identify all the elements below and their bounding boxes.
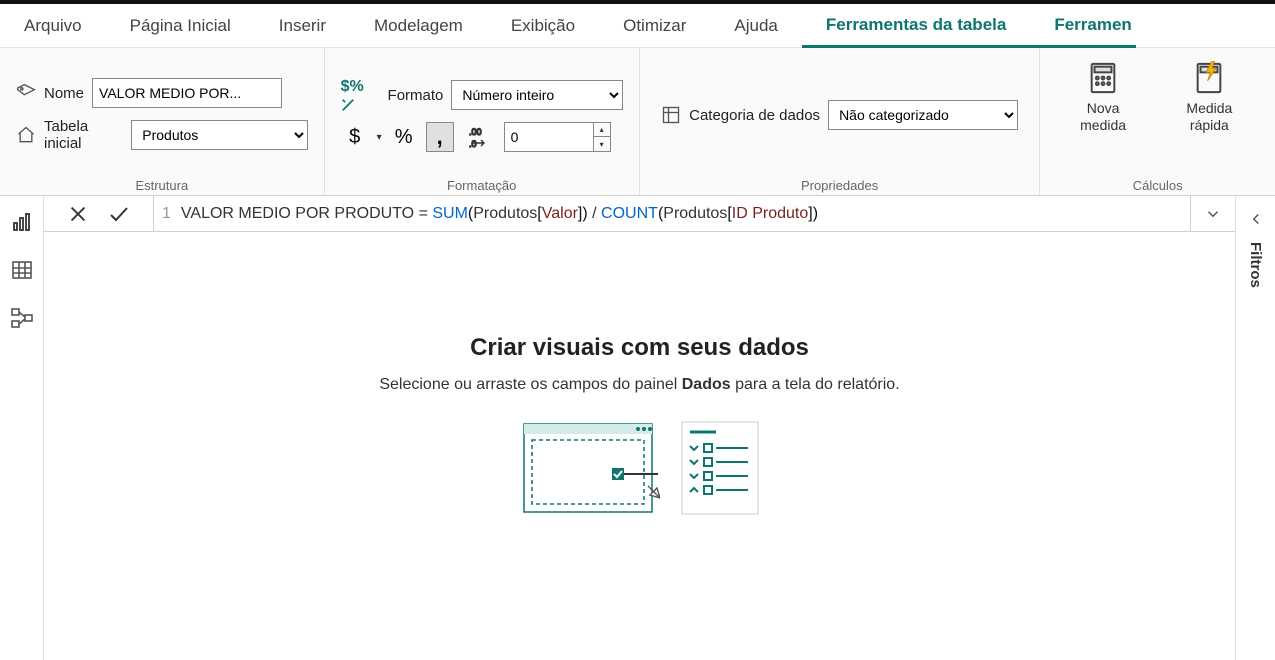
lightning-calculator-icon xyxy=(1191,60,1227,96)
group-label-calculations: Cálculos xyxy=(1056,174,1259,193)
name-label: Nome xyxy=(44,85,84,102)
cancel-formula-icon[interactable] xyxy=(67,203,89,225)
view-switcher-rail xyxy=(0,196,44,660)
home-table-label: Tabela inicial xyxy=(44,118,123,152)
name-tag-icon xyxy=(16,83,36,103)
category-label: Categoria de dados xyxy=(689,107,820,124)
tab-otimizar[interactable]: Otimizar xyxy=(599,4,710,47)
formula-bar: 1 VALOR MEDIO POR PRODUTO = SUM(Produtos… xyxy=(44,196,1235,232)
measure-name-input[interactable] xyxy=(92,78,282,108)
tab-ferramentas-tabela[interactable]: Ferramentas da tabela xyxy=(802,4,1030,48)
group-formatting: $% Formato Número inteiro $ ▾ % , .00.0 xyxy=(325,48,640,195)
report-view-icon[interactable] xyxy=(10,210,34,234)
currency-button[interactable]: $ xyxy=(341,122,369,152)
home-icon xyxy=(16,125,36,145)
decimal-places-input[interactable] xyxy=(504,122,594,152)
group-properties: Categoria de dados Não categorizado Prop… xyxy=(640,48,1041,195)
quick-measure-label: Medida rápida xyxy=(1168,100,1251,134)
group-structure: Nome Tabela inicial Produtos Estrutura xyxy=(0,48,325,195)
tab-arquivo[interactable]: Arquivo xyxy=(0,4,106,47)
filters-panel-collapsed[interactable]: Filtros xyxy=(1235,196,1275,660)
group-calculations: Nova medida Medida rápida Cálculos xyxy=(1040,48,1275,195)
new-measure-button[interactable]: Nova medida xyxy=(1056,56,1149,138)
currency-dropdown-icon[interactable]: ▾ xyxy=(377,132,382,143)
commit-formula-icon[interactable] xyxy=(107,202,131,226)
home-table-select[interactable]: Produtos xyxy=(131,120,307,150)
format-label: Formato xyxy=(388,87,444,104)
model-view-icon[interactable] xyxy=(10,306,34,330)
filters-panel-label: Filtros xyxy=(1247,242,1264,288)
decimal-up[interactable]: ▴ xyxy=(594,123,610,137)
tab-ajuda[interactable]: Ajuda xyxy=(710,4,801,47)
workspace: 1 VALOR MEDIO POR PRODUTO = SUM(Produtos… xyxy=(0,196,1275,660)
ribbon-tabs: Arquivo Página Inicial Inserir Modelagem… xyxy=(0,4,1275,48)
category-select[interactable]: Não categorizado xyxy=(828,100,1018,130)
calculator-icon xyxy=(1085,60,1121,96)
line-number: 1 xyxy=(162,205,171,223)
expand-formula-button[interactable] xyxy=(1191,196,1235,231)
formula-text: VALOR MEDIO POR PRODUTO = SUM(Produtos[V… xyxy=(181,205,818,223)
format-select[interactable]: Número inteiro xyxy=(451,80,622,110)
group-label-properties: Propriedades xyxy=(656,174,1024,193)
tab-ferramentas-trunc[interactable]: Ferramen xyxy=(1030,4,1135,48)
empty-canvas: Criar visuais com seus dados Selecione o… xyxy=(44,232,1235,660)
format-icon: $% xyxy=(341,78,380,112)
thousand-sep-button[interactable]: , xyxy=(426,122,454,152)
empty-subtitle: Selecione ou arraste os campos do painel… xyxy=(379,376,899,394)
quick-measure-button[interactable]: Medida rápida xyxy=(1160,56,1259,138)
group-label-structure: Estrutura xyxy=(16,174,308,193)
svg-text:.0: .0 xyxy=(469,139,477,149)
tab-inserir[interactable]: Inserir xyxy=(255,4,350,47)
decimal-shift-button[interactable]: .00.0 xyxy=(462,122,496,152)
canvas-area: 1 VALOR MEDIO POR PRODUTO = SUM(Produtos… xyxy=(44,196,1235,660)
data-view-icon[interactable] xyxy=(10,258,34,282)
tab-modelagem[interactable]: Modelagem xyxy=(350,4,487,47)
svg-text:.00: .00 xyxy=(469,127,482,137)
tab-exibicao[interactable]: Exibição xyxy=(487,4,599,47)
expand-panel-icon[interactable] xyxy=(1247,210,1265,228)
new-measure-label: Nova medida xyxy=(1064,100,1141,134)
decimal-down[interactable]: ▾ xyxy=(594,137,610,151)
category-icon xyxy=(661,105,681,125)
empty-title: Criar visuais com seus dados xyxy=(470,334,809,362)
group-label-formatting: Formatação xyxy=(341,174,623,193)
formula-editor[interactable]: 1 VALOR MEDIO POR PRODUTO = SUM(Produtos… xyxy=(154,196,1191,231)
empty-illustration xyxy=(520,418,760,518)
ribbon: Nome Tabela inicial Produtos Estrutura $… xyxy=(0,48,1275,196)
percent-button[interactable]: % xyxy=(390,122,418,152)
tab-pagina-inicial[interactable]: Página Inicial xyxy=(106,4,255,47)
